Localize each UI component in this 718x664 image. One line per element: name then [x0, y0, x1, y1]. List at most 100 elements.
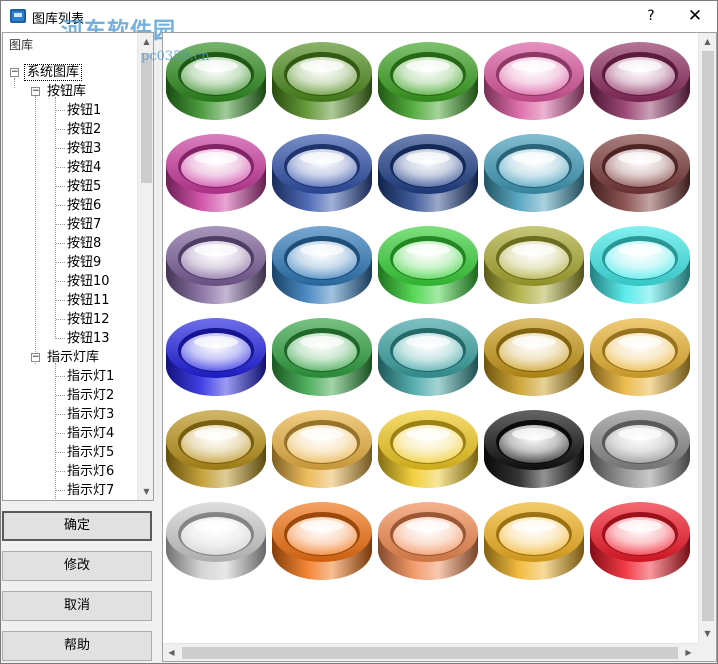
tree-guide-line	[14, 78, 15, 88]
round-button-icon	[590, 410, 690, 488]
round-button-icon	[484, 226, 584, 304]
gallery-button-28[interactable]	[376, 496, 480, 586]
scroll-down-icon[interactable]: ▼	[138, 483, 153, 500]
root-expander[interactable]: −	[10, 68, 19, 77]
tree-node-indicator-library[interactable]: 指示灯库	[47, 348, 99, 367]
round-button-icon	[272, 42, 372, 120]
round-button-icon	[272, 410, 372, 488]
gallery-button-17[interactable]	[270, 312, 374, 402]
round-button-icon	[590, 226, 690, 304]
tree-item-button-5[interactable]: 按钮5	[67, 177, 101, 196]
tree-item-button-12[interactable]: 按钮12	[67, 310, 110, 329]
gallery-button-20[interactable]	[588, 312, 692, 402]
tree-guide-line	[56, 433, 65, 434]
tree-scroll-thumb[interactable]	[141, 53, 152, 183]
tree-item-button-4[interactable]: 按钮4	[67, 158, 101, 177]
tree-guide-line	[56, 110, 65, 111]
close-button[interactable]: ✕	[673, 1, 717, 32]
gallery-button-5[interactable]	[588, 36, 692, 126]
gallery-horizontal-scrollbar[interactable]: ◀ ▶	[163, 643, 698, 661]
scroll-up-icon[interactable]: ▲	[699, 33, 716, 50]
help-button[interactable]: 帮助	[2, 631, 152, 661]
library-tree[interactable]: 图库 − 系统图库 − 按钮库 按钮1 按钮2 按钮3 按钮4 按钮5 按钮6 …	[2, 32, 154, 501]
gallery-button-25[interactable]	[588, 404, 692, 494]
tree-item-indicator-6[interactable]: 指示灯6	[67, 462, 114, 481]
gallery-button-4[interactable]	[482, 36, 586, 126]
tree-node-system-library[interactable]: 系统图库	[23, 63, 83, 82]
gallery-button-12[interactable]	[270, 220, 374, 310]
tree-item-indicator-1[interactable]: 指示灯1	[67, 367, 114, 386]
tree-node-label: 系统图库	[23, 64, 83, 81]
gallery-button-23[interactable]	[376, 404, 480, 494]
modify-button[interactable]: 修改	[2, 551, 152, 581]
tree-guide-line	[56, 395, 65, 396]
round-button-icon	[378, 410, 478, 488]
gallery-button-21[interactable]	[164, 404, 268, 494]
tree-node-label: 指示灯库	[47, 350, 100, 365]
tree-node-label: 按钮库	[47, 84, 87, 99]
gallery-button-16[interactable]	[164, 312, 268, 402]
tree-guide-line	[56, 262, 65, 263]
gallery-button-6[interactable]	[164, 128, 268, 218]
tree-vertical-scrollbar[interactable]: ▲ ▼	[137, 33, 153, 500]
tree-item-button-9[interactable]: 按钮9	[67, 253, 101, 272]
gallery-vertical-scrollbar[interactable]: ▲ ▼	[698, 33, 716, 643]
tree-guide-line	[56, 338, 65, 339]
tree-guide-line	[56, 281, 65, 282]
tree-item-button-10[interactable]: 按钮10	[67, 272, 110, 291]
ok-button[interactable]: 确定	[2, 511, 152, 541]
indicator-lib-expander[interactable]: −	[31, 353, 40, 362]
tree-guide-line	[56, 186, 65, 187]
tree-guide-line	[56, 167, 65, 168]
gallery-button-26[interactable]	[164, 496, 268, 586]
gallery-vscroll-thumb[interactable]	[702, 51, 714, 621]
tree-guide-line	[56, 300, 65, 301]
tree-item-button-11[interactable]: 按钮11	[67, 291, 110, 310]
gallery-button-13[interactable]	[376, 220, 480, 310]
tree-item-button-2[interactable]: 按钮2	[67, 120, 101, 139]
tree-item-button-6[interactable]: 按钮6	[67, 196, 101, 215]
gallery-button-30[interactable]	[588, 496, 692, 586]
gallery-button-24[interactable]	[482, 404, 586, 494]
scroll-left-icon[interactable]: ◀	[163, 644, 180, 661]
tree-item-button-8[interactable]: 按钮8	[67, 234, 101, 253]
tree-node-button-library[interactable]: 按钮库	[47, 82, 86, 101]
tree-item-indicator-7[interactable]: 指示灯7	[67, 481, 114, 500]
gallery-button-15[interactable]	[588, 220, 692, 310]
tree-item-indicator-4[interactable]: 指示灯4	[67, 424, 114, 443]
tree-item-indicator-5[interactable]: 指示灯5	[67, 443, 114, 462]
scroll-up-icon[interactable]: ▲	[138, 33, 153, 50]
cancel-button[interactable]: 取消	[2, 591, 152, 621]
gallery-button-19[interactable]	[482, 312, 586, 402]
tree-guide-line	[56, 376, 65, 377]
tree-item-indicator-2[interactable]: 指示灯2	[67, 386, 114, 405]
tree-item-button-7[interactable]: 按钮7	[67, 215, 101, 234]
tree-item-indicator-3[interactable]: 指示灯3	[67, 405, 114, 424]
app-icon	[10, 9, 26, 23]
gallery-button-2[interactable]	[270, 36, 374, 126]
tree-guide-line	[56, 490, 65, 491]
gallery-button-9[interactable]	[482, 128, 586, 218]
gallery-button-29[interactable]	[482, 496, 586, 586]
gallery-button-18[interactable]	[376, 312, 480, 402]
help-title-button[interactable]: ?	[629, 1, 673, 32]
watermark-url: pc0359.cn	[141, 49, 210, 64]
gallery-button-14[interactable]	[482, 220, 586, 310]
tree-item-button-1[interactable]: 按钮1	[67, 101, 101, 120]
gallery-button-22[interactable]	[270, 404, 374, 494]
round-button-icon	[378, 318, 478, 396]
gallery-button-8[interactable]	[376, 128, 480, 218]
round-button-icon	[272, 502, 372, 580]
gallery-button-11[interactable]	[164, 220, 268, 310]
gallery-button-3[interactable]	[376, 36, 480, 126]
gallery-button-27[interactable]	[270, 496, 374, 586]
scroll-right-icon[interactable]: ▶	[680, 644, 697, 661]
gallery-button-10[interactable]	[588, 128, 692, 218]
button-lib-expander[interactable]: −	[31, 87, 40, 96]
tree-guide-line	[56, 129, 65, 130]
tree-item-button-13[interactable]: 按钮13	[67, 329, 110, 348]
scroll-down-icon[interactable]: ▼	[699, 625, 716, 642]
gallery-button-7[interactable]	[270, 128, 374, 218]
gallery-hscroll-thumb[interactable]	[182, 647, 678, 659]
tree-item-button-3[interactable]: 按钮3	[67, 139, 101, 158]
